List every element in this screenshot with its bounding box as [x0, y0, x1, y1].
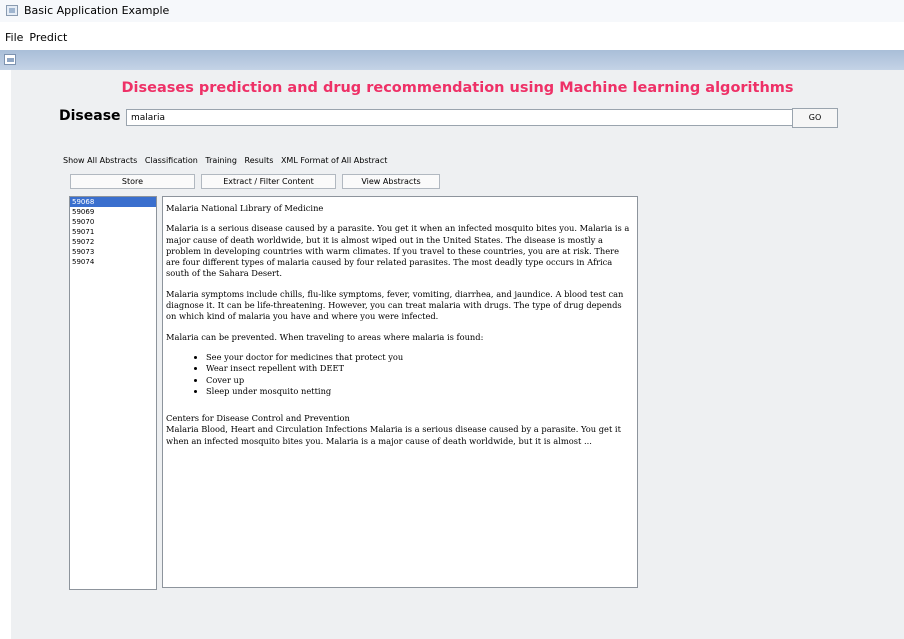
- abstract-paragraph: Malaria Blood, Heart and Circulation Inf…: [166, 424, 621, 446]
- main-panel: Diseases prediction and drug recommendat…: [11, 70, 904, 639]
- go-button[interactable]: GO: [792, 108, 838, 128]
- tab-classification[interactable]: Classification: [145, 156, 198, 165]
- list-item[interactable]: 59074: [70, 257, 156, 267]
- window-title: Basic Application Example: [24, 4, 170, 17]
- window-titlebar: Basic Application Example: [0, 0, 904, 22]
- abstract-heading: Malaria National Library of Medicine: [166, 203, 324, 213]
- list-item[interactable]: 59068: [70, 197, 156, 207]
- app-icon: [6, 5, 18, 16]
- prevention-item: See your doctor for medicines that prote…: [206, 352, 634, 363]
- prevention-item: Cover up: [206, 375, 634, 386]
- tab-training[interactable]: Training: [205, 156, 237, 165]
- abstract-paragraph: Malaria symptoms include chills, flu-lik…: [166, 288, 624, 322]
- list-item[interactable]: 59070: [70, 217, 156, 227]
- extract-filter-button[interactable]: Extract / Filter Content: [201, 174, 336, 189]
- list-item[interactable]: 59072: [70, 237, 156, 247]
- list-item[interactable]: 59069: [70, 207, 156, 217]
- tab-xml-format[interactable]: XML Format of All Abstract: [281, 156, 387, 165]
- abstract-text-area[interactable]: Malaria National Library of Medicine Mal…: [162, 196, 638, 588]
- prevention-item: Wear insect repellent with DEET: [206, 363, 634, 374]
- tab-show-all-abstracts[interactable]: Show All Abstracts: [63, 156, 137, 165]
- prevention-item: Sleep under mosquito netting: [206, 386, 634, 397]
- tab-results[interactable]: Results: [245, 156, 274, 165]
- disease-label: Disease: [59, 108, 121, 124]
- menu-predict[interactable]: Predict: [29, 31, 67, 44]
- list-item[interactable]: 59071: [70, 227, 156, 237]
- menu-file[interactable]: File: [5, 31, 23, 44]
- abstract-paragraph: Malaria can be prevented. When traveling…: [166, 331, 484, 342]
- list-item[interactable]: 59073: [70, 247, 156, 257]
- page-title: Diseases prediction and drug recommendat…: [121, 80, 794, 96]
- store-button[interactable]: Store: [70, 174, 195, 189]
- tab-bar: Show All Abstracts Classification Traini…: [63, 156, 392, 165]
- disease-input[interactable]: [126, 109, 798, 126]
- internal-frame-header: [0, 50, 904, 70]
- abstract-paragraph: Malaria is a serious disease caused by a…: [166, 223, 630, 279]
- source-heading: Centers for Disease Control and Preventi…: [166, 413, 350, 424]
- prevention-list: See your doctor for medicines that prote…: [166, 352, 634, 397]
- internal-frame-icon[interactable]: [4, 54, 16, 65]
- abstract-id-list[interactable]: 59068 59069 59070 59071 59072 59073 5907…: [69, 196, 157, 590]
- menu-bar: File Predict: [0, 29, 904, 47]
- view-abstracts-button[interactable]: View Abstracts: [342, 174, 440, 189]
